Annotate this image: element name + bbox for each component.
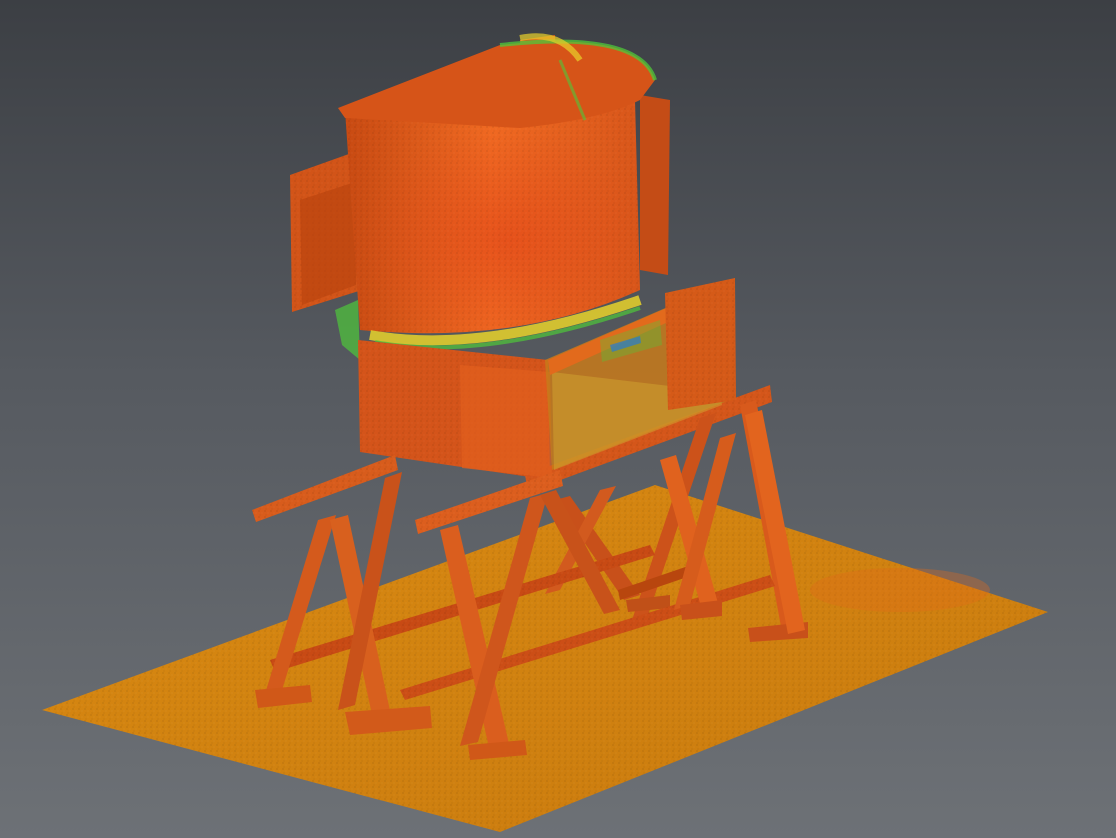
left-green-patch [335, 300, 360, 360]
floor-plane [42, 485, 1048, 832]
floor-shadow-orange [810, 568, 990, 612]
rear-column [640, 95, 670, 275]
3d-viewport[interactable] [0, 0, 1116, 838]
floor-speckle [42, 485, 1048, 832]
point-cloud-render[interactable] [0, 0, 1116, 838]
